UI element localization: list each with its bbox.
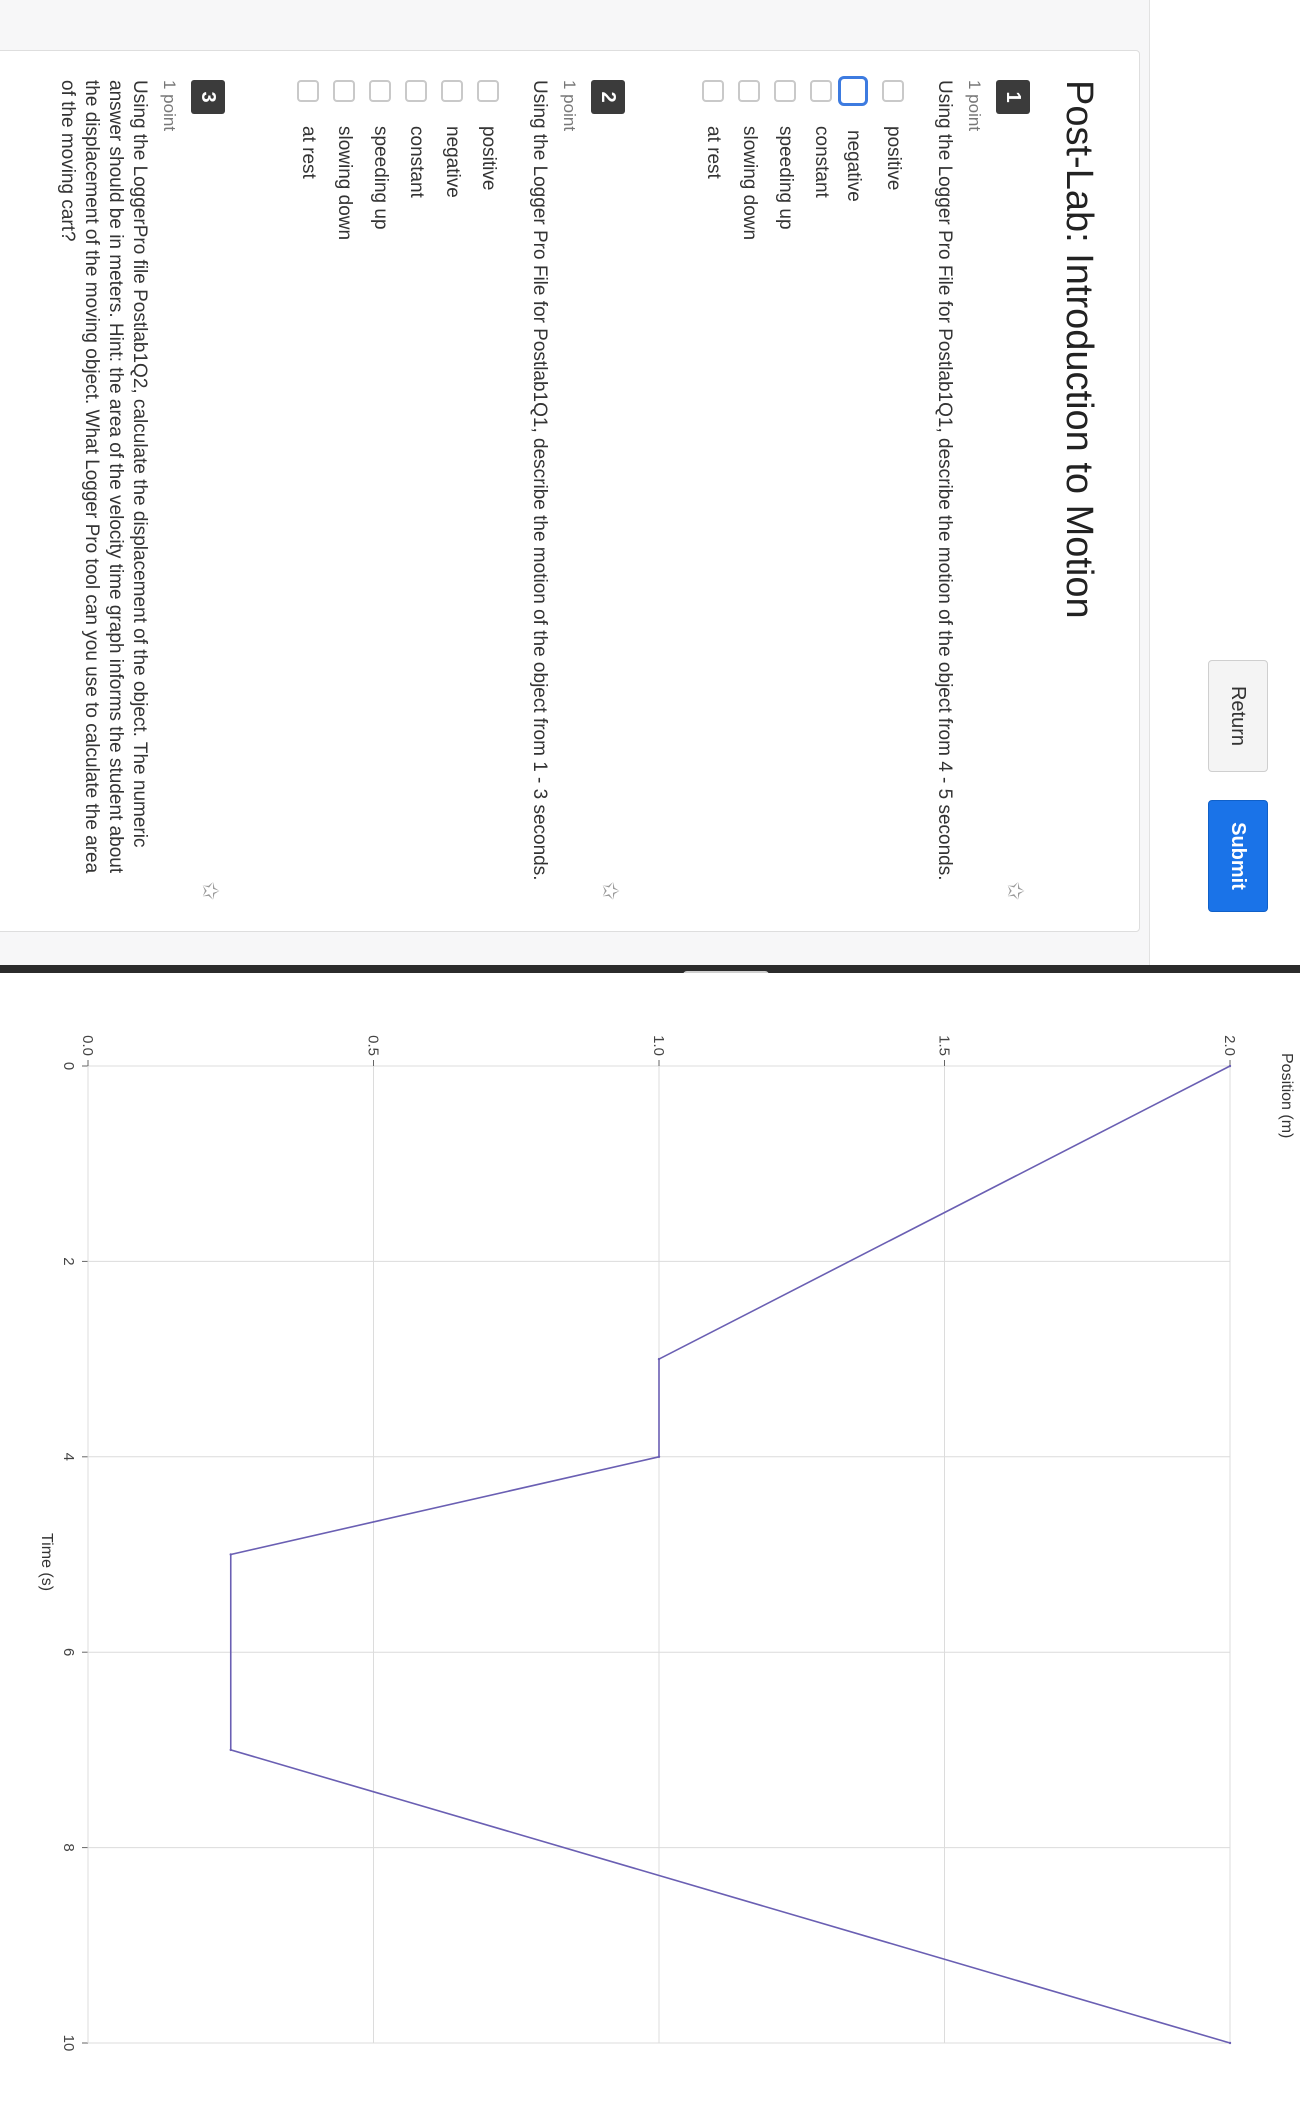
data-point (1228, 2041, 1232, 2045)
x-tick-label: 6 (60, 1648, 77, 1656)
question-points: 1 point (965, 80, 984, 132)
pin-icon[interactable]: ✩ (197, 882, 223, 900)
data-point (229, 1748, 232, 1752)
x-tick-label: 8 (60, 1843, 77, 1851)
checkbox[interactable] (838, 76, 868, 106)
quiz-panel: Return Submit Post-Lab: Introduction to … (0, 0, 1300, 965)
y-tick-label: 0.5 (365, 1035, 382, 1056)
return-button[interactable]: Return (1208, 660, 1268, 772)
checkbox[interactable] (882, 80, 904, 102)
graph-content: Position (m) Time (s) 0 2 4 6 8 10 0.0 0.5 1.0 1.… (0, 973, 1300, 2119)
x-tick-label: 0 (60, 1062, 77, 1070)
submit-button[interactable]: Submit (1208, 800, 1268, 912)
data-point (229, 1553, 232, 1556)
question-3: 3 1 point ✩ Using the LoggerPro file Pos… (25, 80, 225, 900)
question-points: 1 point (560, 80, 579, 132)
y-tick-label: 2.0 (1221, 1035, 1238, 1056)
y-tick-label: 1.5 (936, 1035, 953, 1056)
question-text: Using the Logger Pro File for Postlab1Q1… (934, 80, 955, 881)
question-number: 1 (996, 80, 1030, 114)
data-point (1228, 1064, 1232, 1068)
top-toolbar: Return Submit (1149, 0, 1300, 965)
checkbox[interactable] (477, 80, 499, 102)
question-number: 3 (191, 80, 225, 114)
checkbox[interactable] (738, 80, 760, 102)
y-tick-label: 1.0 (650, 1035, 667, 1056)
option-speeding-up[interactable]: speeding up (369, 80, 391, 230)
x-tick-label: 2 (60, 1257, 77, 1265)
split-divider[interactable] (0, 965, 1300, 973)
page-title: Post-Lab: Introduction to Motion (1058, 80, 1100, 619)
y-tick-label: 0.0 (79, 1035, 96, 1056)
checkbox[interactable] (702, 80, 724, 102)
option-slowing-down[interactable]: slowing down (738, 80, 760, 240)
option-positive[interactable]: positive (882, 80, 904, 190)
pin-icon[interactable]: ✩ (1002, 882, 1028, 900)
option-negative[interactable]: negative (838, 76, 868, 202)
quiz-content: Return Submit Post-Lab: Introduction to … (0, 0, 1300, 965)
option-constant[interactable]: constant (405, 80, 427, 198)
option-slowing-down[interactable]: slowing down (333, 80, 355, 240)
question-text: Using the Logger Pro File for Postlab1Q1… (529, 80, 550, 881)
screen: Return Submit Post-Lab: Introduction to … (0, 0, 1300, 2119)
data-point (657, 1455, 661, 1458)
checkbox[interactable] (333, 80, 355, 102)
checkbox[interactable] (405, 80, 427, 102)
checkbox[interactable] (810, 80, 832, 102)
option-at-rest[interactable]: at rest (702, 80, 724, 179)
x-tick-label: 4 (60, 1453, 77, 1461)
question-points: 1 point (160, 80, 179, 132)
question-text: Using the LoggerPro file Postlab1Q2, cal… (57, 80, 150, 874)
checkbox[interactable] (369, 80, 391, 102)
question-number: 2 (591, 80, 625, 114)
graph-panel: Position (m) Time (s) 0 2 4 6 8 10 0.0 0.5 1.0 1.… (0, 973, 1300, 2119)
checkbox[interactable] (441, 80, 463, 102)
pin-icon[interactable]: ✩ (597, 882, 623, 900)
option-positive[interactable]: positive (477, 80, 499, 190)
checkbox[interactable] (774, 80, 796, 102)
checkbox[interactable] (297, 80, 319, 102)
option-at-rest[interactable]: at rest (297, 80, 319, 179)
x-tick-label: 10 (60, 2035, 77, 2052)
option-negative[interactable]: negative (441, 80, 463, 198)
question-2: 2 1 point ✩ Using the Logger Pro File fo… (245, 80, 625, 900)
position-time-chart: 0 2 4 6 8 10 0.0 0.5 1.0 1.5 2.0 (60, 1035, 1238, 2052)
question-1: 1 1 point ✩ Using the Logger Pro File fo… (650, 76, 1030, 900)
data-point (657, 1357, 661, 1361)
option-speeding-up[interactable]: speeding up (774, 80, 796, 230)
option-constant[interactable]: constant (810, 80, 832, 198)
